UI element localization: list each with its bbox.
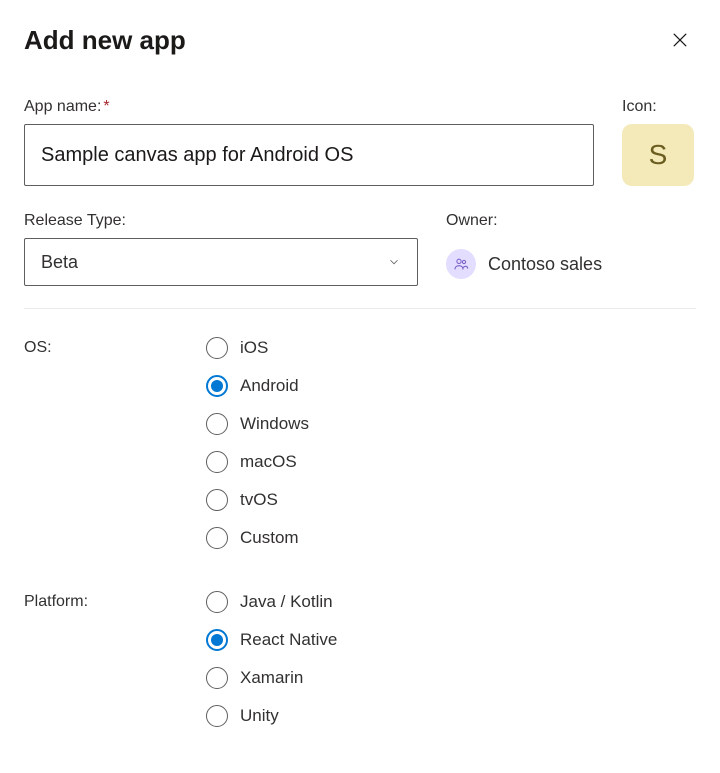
app-name-label: App name:* (24, 98, 594, 116)
close-button[interactable] (664, 24, 696, 56)
radio-label: Android (240, 376, 299, 396)
os-options: iOS Android Windows macOS tvOS Custom (206, 337, 309, 549)
owner-label: Owner: (446, 212, 696, 230)
radio-circle (206, 705, 228, 727)
radio-label: iOS (240, 338, 268, 358)
os-radio-ios[interactable]: iOS (206, 337, 309, 359)
radio-circle (206, 375, 228, 397)
radio-dot-icon (211, 634, 223, 646)
dialog-title: Add new app (24, 25, 186, 56)
platform-radio-unity[interactable]: Unity (206, 705, 337, 727)
platform-radio-java-kotlin[interactable]: Java / Kotlin (206, 591, 337, 613)
os-radio-macos[interactable]: macOS (206, 451, 309, 473)
radio-label: Xamarin (240, 668, 303, 688)
radio-circle (206, 489, 228, 511)
radio-circle (206, 337, 228, 359)
icon-picker[interactable]: S (622, 124, 694, 186)
radio-circle (206, 591, 228, 613)
os-radio-tvos[interactable]: tvOS (206, 489, 309, 511)
radio-circle (206, 527, 228, 549)
section-divider (24, 308, 696, 309)
os-radio-custom[interactable]: Custom (206, 527, 309, 549)
radio-label: macOS (240, 452, 297, 472)
platform-options: Java / Kotlin React Native Xamarin Unity (206, 591, 337, 727)
radio-label: Java / Kotlin (240, 592, 333, 612)
people-icon (453, 256, 469, 272)
radio-label: Unity (240, 706, 279, 726)
radio-dot-icon (211, 380, 223, 392)
owner-avatar (446, 249, 476, 279)
radio-circle (206, 629, 228, 651)
radio-circle (206, 413, 228, 435)
radio-label: Custom (240, 528, 299, 548)
chevron-down-icon (387, 255, 401, 269)
owner-name: Contoso sales (488, 254, 602, 275)
radio-label: tvOS (240, 490, 278, 510)
radio-label: React Native (240, 630, 337, 650)
required-indicator: * (103, 98, 109, 115)
owner-display[interactable]: Contoso sales (446, 238, 696, 286)
radio-circle (206, 667, 228, 689)
release-type-label: Release Type: (24, 212, 418, 230)
radio-circle (206, 451, 228, 473)
os-radio-windows[interactable]: Windows (206, 413, 309, 435)
close-icon (670, 30, 690, 50)
app-name-input[interactable] (24, 124, 594, 186)
platform-label: Platform: (24, 593, 206, 611)
platform-radio-react-native[interactable]: React Native (206, 629, 337, 651)
release-type-select[interactable]: Beta (24, 238, 418, 286)
icon-label: Icon: (622, 98, 696, 116)
radio-label: Windows (240, 414, 309, 434)
os-radio-android[interactable]: Android (206, 375, 309, 397)
platform-radio-xamarin[interactable]: Xamarin (206, 667, 337, 689)
release-type-value: Beta (41, 252, 78, 273)
os-label: OS: (24, 339, 206, 357)
